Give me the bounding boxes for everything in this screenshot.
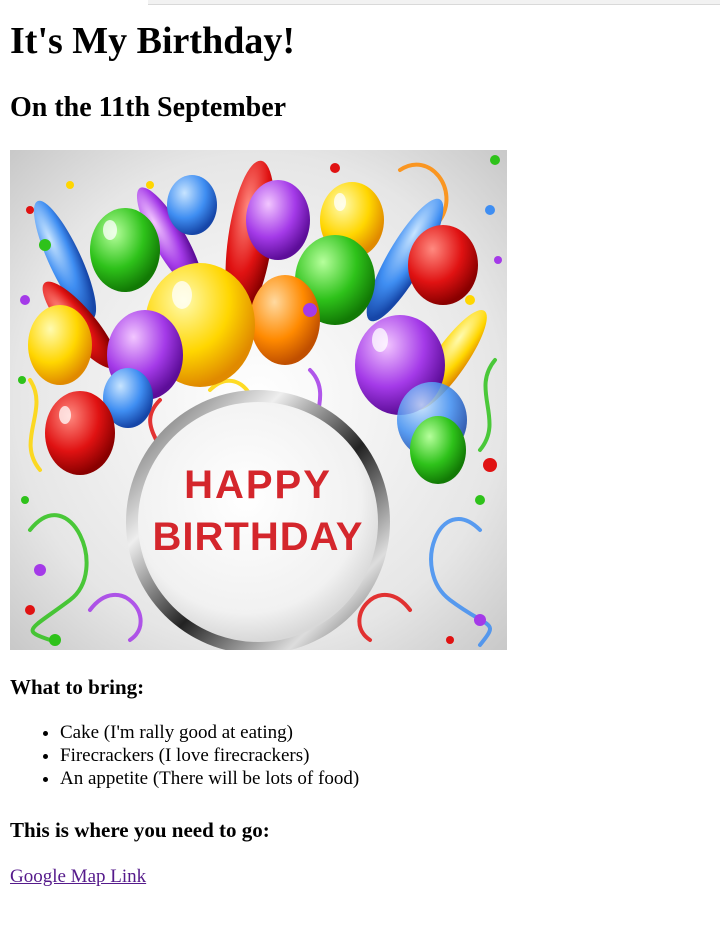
birthday-banner-image: HAPPY BIRTHDAY bbox=[10, 150, 507, 650]
list-item: Cake (I'm rally good at eating) bbox=[60, 721, 359, 744]
banner-line-2: BIRTHDAY bbox=[153, 515, 364, 559]
bring-heading: What to bring: bbox=[10, 675, 145, 699]
location-heading: This is where you need to go: bbox=[10, 818, 270, 842]
browser-top-edge bbox=[148, 0, 720, 5]
list-item: Firecrackers (I love firecrackers) bbox=[60, 744, 359, 767]
bring-list: Cake (I'm rally good at eating) Firecrac… bbox=[10, 721, 359, 790]
page-subtitle: On the 11th September bbox=[10, 92, 287, 123]
banner-line-1: HAPPY bbox=[184, 463, 332, 507]
list-item: An appetite (There will be lots of food) bbox=[60, 767, 359, 790]
page-title: It's My Birthday! bbox=[10, 20, 295, 62]
google-map-link[interactable]: Google Map Link bbox=[10, 864, 146, 890]
